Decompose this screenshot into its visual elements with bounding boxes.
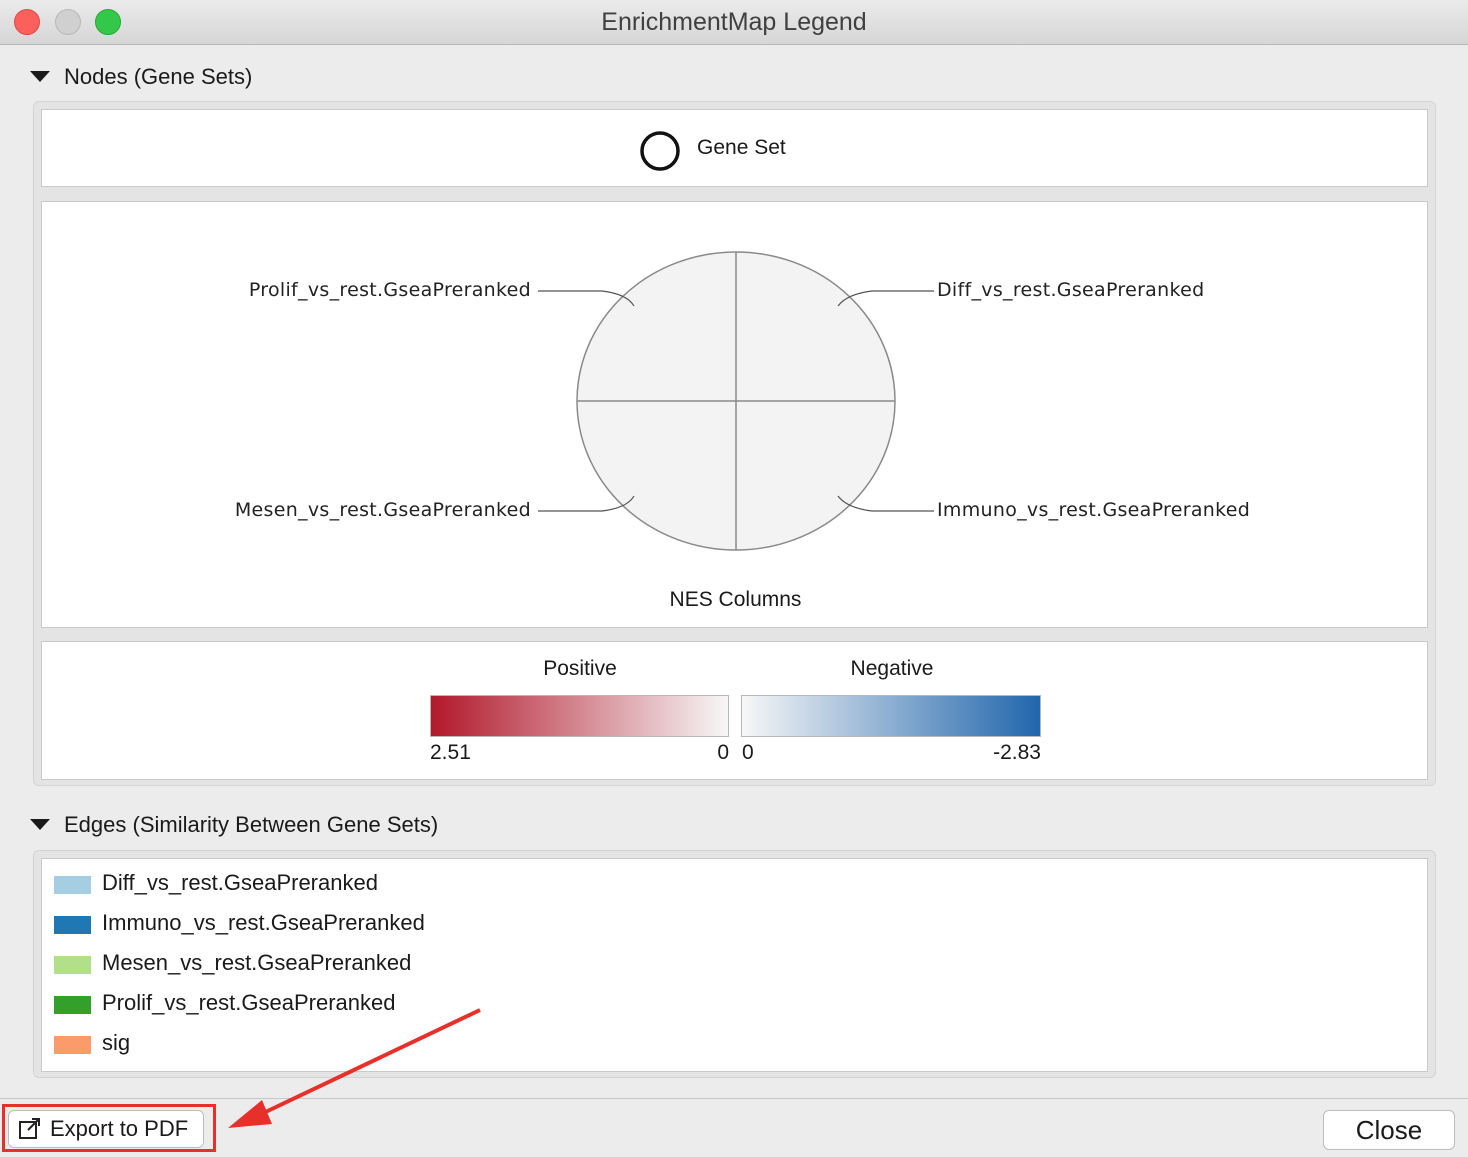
- label-top-left: Prolif_vs_rest.GseaPreranked: [248, 279, 531, 301]
- negative-gradient-bar: [741, 695, 1041, 737]
- nodes-section-toggle[interactable]: Nodes (Gene Sets): [30, 64, 252, 90]
- legend-label: sig: [102, 1030, 131, 1055]
- nes-pie-diagram: [538, 251, 934, 551]
- circle-node-icon: [640, 131, 680, 171]
- gene-set-panel: Gene Set: [41, 109, 1428, 187]
- close-button-label: Close: [1355, 1114, 1423, 1145]
- title-bar: EnrichmentMap Legend: [0, 0, 1468, 45]
- legend-swatch: [54, 996, 91, 1014]
- negative-label: Negative: [850, 657, 934, 680]
- close-button[interactable]: Close: [1323, 1110, 1455, 1150]
- positive-label: Positive: [543, 657, 617, 680]
- annotation-arrow: [228, 1008, 481, 1128]
- nodes-group: Gene Set Prolif_vs_rest.GseaPreranked Di…: [33, 101, 1436, 786]
- legend-swatch: [54, 1036, 91, 1054]
- edges-section-toggle[interactable]: Edges (Similarity Between Gene Sets): [30, 812, 438, 838]
- legend-label: Diff_vs_rest.GseaPreranked: [102, 870, 378, 895]
- label-bottom-right: Immuno_vs_rest.GseaPreranked: [937, 499, 1251, 521]
- edges-section-title: Edges (Similarity Between Gene Sets): [64, 812, 439, 837]
- label-top-right: Diff_vs_rest.GseaPreranked: [937, 279, 1205, 301]
- color-scale-panel: Positive Negative 2.51 0 0 -2.83: [41, 641, 1428, 780]
- window-title: EnrichmentMap Legend: [601, 8, 867, 36]
- legend-swatch: [54, 916, 91, 934]
- legend-swatch: [54, 956, 91, 974]
- legend-label: Mesen_vs_rest.GseaPreranked: [102, 950, 412, 975]
- legend-swatch: [54, 876, 91, 894]
- nodes-section-title: Nodes (Gene Sets): [64, 64, 253, 89]
- negative-min-value: 0: [742, 741, 754, 764]
- annotation-highlight-box: [2, 1104, 216, 1152]
- label-bottom-left: Mesen_vs_rest.GseaPreranked: [234, 499, 531, 521]
- disclosure-triangle-icon: [30, 818, 50, 830]
- chart-caption: NES Columns: [669, 588, 802, 611]
- positive-max-value: 2.51: [430, 741, 471, 764]
- gene-set-label: Gene Set: [697, 136, 786, 159]
- positive-gradient-bar: [430, 695, 729, 737]
- disclosure-triangle-icon: [30, 70, 50, 82]
- negative-max-value: -2.83: [993, 741, 1041, 764]
- positive-min-value: 0: [717, 741, 729, 764]
- legend-label: Immuno_vs_rest.GseaPreranked: [102, 910, 425, 935]
- nes-chart-panel: Prolif_vs_rest.GseaPreranked Diff_vs_res…: [41, 201, 1428, 628]
